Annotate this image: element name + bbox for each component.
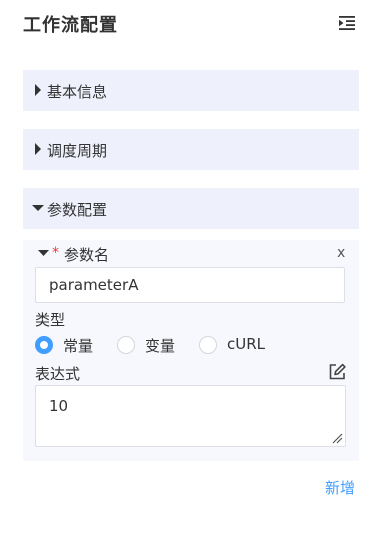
- add-parameter-button[interactable]: 新增: [325, 477, 355, 498]
- section-basic-info[interactable]: 基本信息: [23, 70, 359, 111]
- radio-label: cURL: [227, 335, 266, 353]
- caret-down-icon: [32, 205, 44, 211]
- parameter-name-label: 参数名: [64, 246, 110, 264]
- caret-down-icon[interactable]: [38, 249, 49, 257]
- expression-label: 表达式: [35, 365, 81, 383]
- parameter-name-input[interactable]: [35, 267, 345, 303]
- caret-right-icon: [35, 84, 41, 96]
- section-label: 参数配置: [47, 201, 108, 219]
- expression-textarea[interactable]: 10: [35, 385, 346, 447]
- section-label: 调度周期: [47, 142, 108, 160]
- section-parameters[interactable]: 参数配置: [23, 188, 359, 229]
- radio-checked-icon: [35, 336, 53, 354]
- remove-parameter-button[interactable]: x: [337, 245, 345, 261]
- menu-fold-icon[interactable]: [337, 13, 357, 33]
- radio-label: 变量: [145, 337, 176, 355]
- required-mark: *: [52, 245, 59, 261]
- type-label: 类型: [35, 311, 66, 329]
- caret-right-icon: [35, 143, 41, 155]
- section-schedule[interactable]: 调度周期: [23, 129, 359, 170]
- radio-label: 常量: [63, 337, 94, 355]
- section-label: 基本信息: [47, 83, 108, 101]
- resize-handle-icon[interactable]: [331, 432, 343, 444]
- panel-title: 工作流配置: [23, 15, 118, 36]
- edit-icon[interactable]: [327, 362, 347, 382]
- radio-unchecked-icon: [199, 336, 217, 354]
- radio-unchecked-icon: [117, 336, 135, 354]
